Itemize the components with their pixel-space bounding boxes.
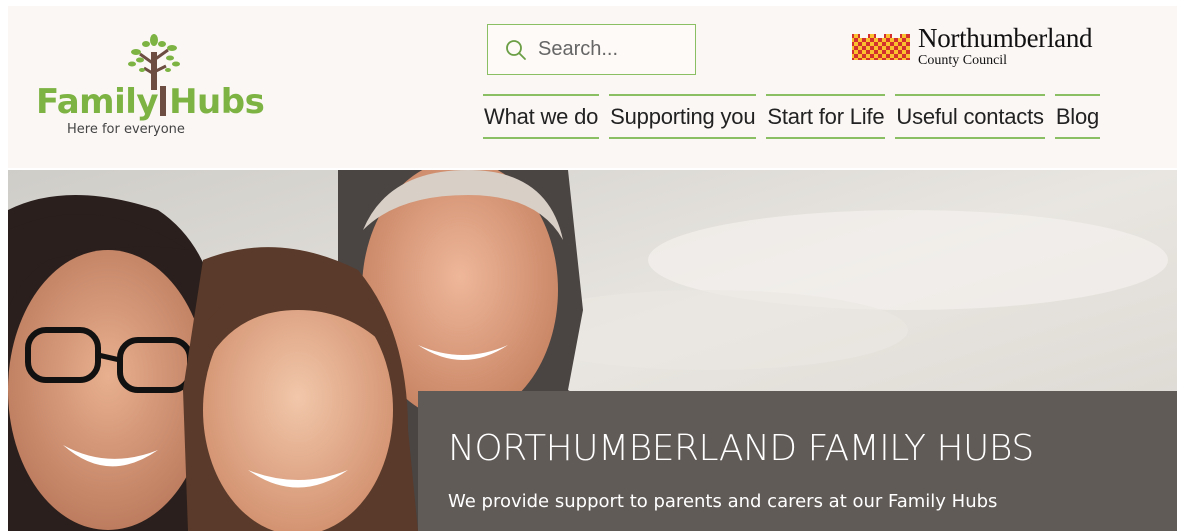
page: Family Hubs Here for everyone Search... … (8, 6, 1177, 531)
council-crest-icon (852, 33, 910, 60)
search-box[interactable] (487, 24, 696, 75)
logo-word-left: Family (36, 82, 159, 122)
nav-blog[interactable]: Blog (1054, 94, 1101, 139)
hero-title: NORTHUMBERLAND FAMILY HUBS (448, 428, 1034, 469)
tree-trunk-icon (160, 86, 167, 116)
hero-caption-box: NORTHUMBERLAND FAMILY HUBS We provide su… (418, 391, 1177, 531)
search-input[interactable] (538, 38, 688, 61)
northumberland-council-logo[interactable]: Northumberland County Council (850, 24, 1130, 69)
main-nav: What we do Supporting you Start for Life… (483, 94, 1101, 139)
hero-banner: NORTHUMBERLAND FAMILY HUBS We provide su… (8, 170, 1177, 531)
council-subtitle: County Council (918, 53, 1008, 68)
site-header: Family Hubs Here for everyone Search... … (8, 6, 1177, 168)
logo-tagline: Here for everyone (67, 122, 185, 137)
logo-wordmark: Family Hubs (36, 82, 265, 122)
search-icon (506, 39, 526, 60)
family-hubs-logo[interactable]: Family Hubs Here for everyone (36, 34, 265, 144)
logo-word-right: Hubs (169, 82, 265, 122)
nav-useful-contacts[interactable]: Useful contacts (895, 94, 1045, 139)
nav-start-for-life[interactable]: Start for Life (766, 94, 886, 139)
nav-supporting-you[interactable]: Supporting you (609, 94, 757, 139)
nav-what-we-do[interactable]: What we do (483, 94, 600, 139)
council-name: Northumberland (918, 23, 1093, 53)
council-text: Northumberland County Council (918, 23, 1093, 68)
hero-description: We provide support to parents and carers… (448, 491, 998, 512)
